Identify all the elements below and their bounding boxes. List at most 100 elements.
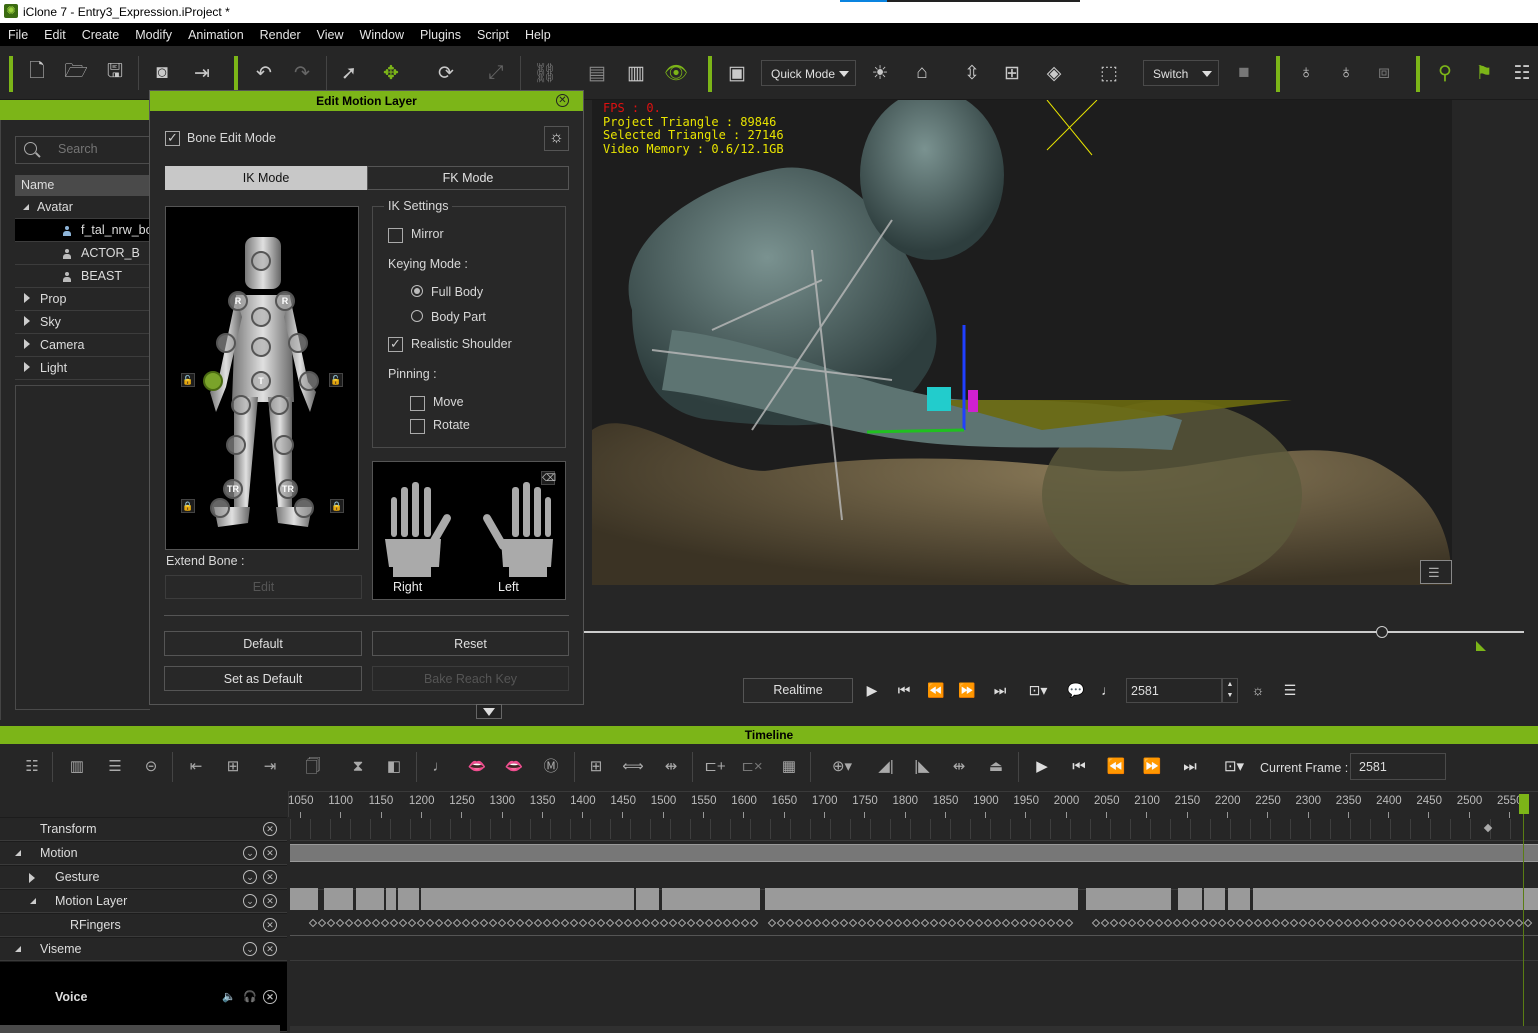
mute-icon[interactable]: 🔈: [222, 962, 236, 1033]
zoom-timeline-icon[interactable]: ⊕▾: [824, 754, 860, 780]
left-shoulder-joint[interactable]: R: [275, 291, 295, 311]
finger-key[interactable]: [1451, 918, 1461, 928]
finger-key[interactable]: [1325, 918, 1335, 928]
finger-key[interactable]: [497, 918, 507, 928]
finger-key[interactable]: [317, 918, 327, 928]
collapsed-triangle-icon[interactable]: [24, 339, 30, 349]
left-ankle-joint[interactable]: TR: [278, 479, 298, 499]
tab-fk-mode[interactable]: FK Mode: [367, 166, 569, 190]
finger-key[interactable]: [1487, 918, 1497, 928]
finger-key[interactable]: [389, 918, 399, 928]
finger-key[interactable]: [1190, 918, 1200, 928]
camera-icon[interactable]: ■: [1232, 46, 1256, 100]
tree-item-light[interactable]: Light: [15, 357, 150, 380]
finger-key[interactable]: [587, 918, 597, 928]
finger-key[interactable]: [344, 918, 354, 928]
flag-icon[interactable]: ⚑: [1472, 46, 1496, 100]
finger-key[interactable]: [668, 918, 678, 928]
menu-edit[interactable]: Edit: [36, 23, 74, 42]
finger-key[interactable]: [893, 918, 903, 928]
insert-after-icon[interactable]: ⇥: [257, 754, 283, 780]
insert-frames-icon[interactable]: ⊏+: [703, 754, 727, 780]
finger-key[interactable]: [1199, 918, 1209, 928]
key-frame-icon[interactable]: ▥: [64, 754, 90, 780]
pin-move-checkbox[interactable]: [410, 396, 425, 411]
right-thigh-joint[interactable]: [231, 395, 251, 415]
motion-layer-key-block[interactable]: [636, 888, 659, 910]
finger-key[interactable]: [1028, 918, 1038, 928]
finger-key[interactable]: [1154, 918, 1164, 928]
track-options-icon[interactable]: ⌄: [243, 846, 257, 860]
finger-key[interactable]: [596, 918, 606, 928]
motion-layer-key-block[interactable]: [662, 888, 760, 910]
menu-script[interactable]: Script: [469, 23, 517, 42]
frame-spinner[interactable]: ▲ ▼: [1222, 678, 1238, 703]
render-mode-dropdown[interactable]: Quick Mode: [761, 60, 856, 86]
tree-item-avatar-child[interactable]: f_tal_nrw_bo: [15, 219, 150, 242]
remove-track-icon[interactable]: ✕: [263, 822, 277, 836]
set-as-default-button[interactable]: Set as Default: [164, 666, 362, 691]
finger-key[interactable]: [1514, 918, 1524, 928]
light-sun-icon[interactable]: ☀: [868, 46, 892, 100]
lane-motion-layer[interactable]: [290, 888, 1538, 910]
finger-key[interactable]: [1010, 918, 1020, 928]
finger-key[interactable]: [947, 918, 957, 928]
finger-key[interactable]: [1280, 918, 1290, 928]
finger-key[interactable]: [1478, 918, 1488, 928]
finger-key[interactable]: [785, 918, 795, 928]
right-knee-joint[interactable]: [226, 435, 246, 455]
finger-key[interactable]: [1361, 918, 1371, 928]
remove-track-icon[interactable]: ✕: [263, 846, 277, 860]
settings-list-icon[interactable]: ☷: [1510, 46, 1534, 100]
track-list-scrollbar[interactable]: [0, 1025, 280, 1033]
zoom-vertical-icon[interactable]: ⇳: [960, 46, 984, 100]
finger-key[interactable]: [1415, 918, 1425, 928]
viewport-comment-button[interactable]: ☰: [1420, 560, 1452, 584]
collapsed-triangle-icon[interactable]: [29, 873, 35, 883]
finger-key[interactable]: [542, 918, 552, 928]
split-icon[interactable]: ⧗: [346, 754, 370, 780]
finger-key[interactable]: [1226, 918, 1236, 928]
track-gesture[interactable]: Gesture ⌄ ✕: [0, 865, 287, 889]
finger-key[interactable]: [1217, 918, 1227, 928]
default-button[interactable]: Default: [164, 631, 362, 656]
collapsed-triangle-icon[interactable]: [24, 316, 30, 326]
finger-key[interactable]: [1136, 918, 1146, 928]
left-foot-joint[interactable]: [294, 498, 314, 518]
right-ankle-joint[interactable]: TR: [223, 479, 243, 499]
motion-layer-key-block[interactable]: [356, 888, 384, 910]
tree-item-sky[interactable]: Sky: [15, 311, 150, 334]
remove-track-icon[interactable]: ✕: [263, 990, 277, 1004]
subtitle-icon[interactable]: 💬: [1066, 678, 1086, 703]
finger-key[interactable]: [632, 918, 642, 928]
menu-window[interactable]: Window: [352, 23, 412, 42]
open-folder-icon[interactable]: 🗁: [64, 46, 88, 100]
finger-key[interactable]: [1046, 918, 1056, 928]
gizmo-view-icon[interactable]: ♁: [1334, 46, 1358, 100]
play-icon[interactable]: ▶: [862, 678, 882, 703]
add-lips-icon[interactable]: 👄: [465, 754, 489, 780]
finger-key[interactable]: [731, 918, 741, 928]
headphones-icon[interactable]: 🎧: [243, 962, 257, 1033]
finger-key[interactable]: [1298, 918, 1308, 928]
motion-layer-key-block[interactable]: [398, 888, 419, 910]
finger-key[interactable]: [749, 918, 759, 928]
gizmo-x-axis[interactable]: [866, 428, 965, 434]
visibility-eye-icon[interactable]: 👁: [664, 46, 688, 100]
cubes-icon[interactable]: ⧈: [1372, 46, 1396, 100]
timeline-ruler[interactable]: 1050 1100 1150 1200 1250 1300 1350 1400 1450 1500…: [288, 791, 1538, 818]
menu-create[interactable]: Create: [74, 23, 128, 42]
gizmo-z-handle[interactable]: [968, 390, 978, 412]
expanded-triangle-icon[interactable]: [15, 946, 21, 952]
finger-key[interactable]: [1037, 918, 1047, 928]
align-icon[interactable]: ▤: [586, 46, 608, 100]
motion-layer-key-block[interactable]: [290, 888, 318, 910]
finger-key[interactable]: [884, 918, 894, 928]
finger-key[interactable]: [524, 918, 534, 928]
finger-key[interactable]: [353, 918, 363, 928]
finger-key[interactable]: [1352, 918, 1362, 928]
gizmo-plane-handle[interactable]: [927, 387, 951, 411]
new-file-icon[interactable]: 🗋: [26, 46, 48, 100]
unlock-icon[interactable]: 🔓: [329, 373, 343, 387]
export-range-icon[interactable]: ⏏: [984, 754, 1008, 780]
